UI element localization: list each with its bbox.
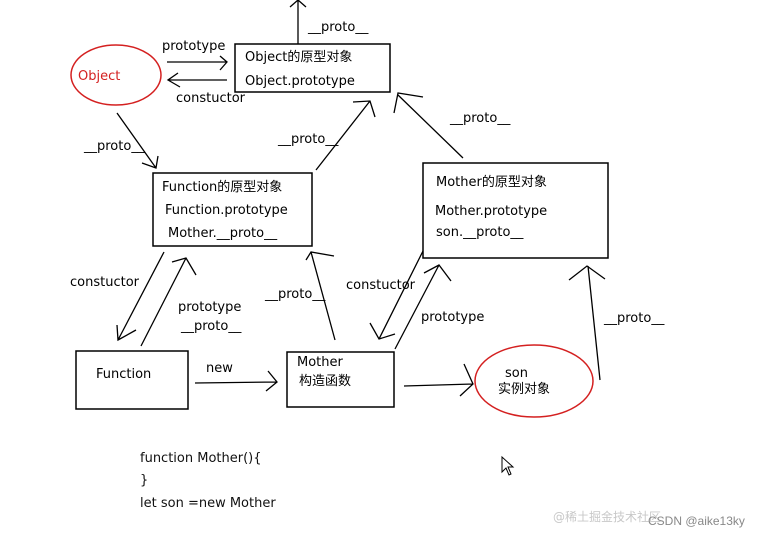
edge-label-proto: __proto__ bbox=[264, 287, 326, 302]
watermark-csdn: CSDN @aike13ky bbox=[648, 514, 745, 528]
arrow-down-left-icon bbox=[116, 251, 165, 342]
son-ellipse bbox=[474, 344, 594, 418]
mother-proto-ref: Mother.__proto__ bbox=[168, 226, 278, 241]
code-line: function Mother(){ bbox=[140, 451, 262, 466]
edge-label-constuctor: constuctor bbox=[70, 275, 140, 290]
function-prototype-ref: Function.prototype bbox=[165, 203, 288, 218]
edge-mother-proto-to-object-proto: __proto__ bbox=[393, 92, 511, 159]
edge-object-constructor: constuctor bbox=[166, 72, 246, 106]
edge-object-proto-up: __proto__ bbox=[289, 0, 369, 44]
edge-label-proto: __proto__ bbox=[307, 20, 369, 35]
edge-function-prototype: prototype __proto__ bbox=[140, 257, 242, 347]
prototype-chain-diagram: Object Object的原型对象 Object.prototype Func… bbox=[70, 0, 745, 528]
edge-mother-to-son bbox=[403, 363, 474, 397]
node-object: Object bbox=[70, 44, 162, 106]
edge-son-to-mother-proto: __proto__ bbox=[568, 265, 665, 381]
object-prototype-ref: Object.prototype bbox=[245, 74, 355, 89]
edge-object-to-function-proto: __proto__ bbox=[83, 112, 159, 169]
watermark-juejin: @稀土掘金技术社区 bbox=[553, 509, 661, 524]
edge-label-constuctor: constuctor bbox=[346, 278, 416, 293]
edge-function-constructor: constuctor bbox=[70, 251, 165, 342]
node-son: son 实例对象 bbox=[474, 344, 594, 418]
mother-prototype-ref: Mother.prototype bbox=[435, 204, 547, 219]
edge-label-proto: __proto__ bbox=[603, 311, 665, 326]
edge-mother-constructor: constuctor bbox=[346, 250, 424, 340]
edge-label-prototype: prototype bbox=[178, 300, 241, 315]
mother-prototype-title: Mother的原型对象 bbox=[436, 174, 547, 190]
object-label: Object bbox=[78, 69, 120, 84]
edge-object-prototype: prototype bbox=[162, 39, 228, 71]
edge-label-prototype: prototype bbox=[421, 310, 484, 325]
edge-function-new-mother: new bbox=[194, 361, 278, 392]
arrow-up-icon bbox=[289, 0, 307, 44]
function-prototype-title: Function的原型对象 bbox=[162, 179, 282, 195]
edge-label-constuctor: constuctor bbox=[176, 91, 246, 106]
arrow-down-left-icon bbox=[369, 250, 424, 340]
code-line: } bbox=[140, 473, 148, 488]
son-sublabel: 实例对象 bbox=[498, 382, 550, 397]
edge-mother-to-function-proto: __proto__ bbox=[264, 251, 336, 341]
edge-label-proto: __proto__ bbox=[83, 139, 145, 154]
edge-label-new: new bbox=[206, 361, 233, 376]
edge-label-proto: __proto__ bbox=[449, 111, 511, 126]
cursor-icon bbox=[501, 455, 515, 476]
edge-function-proto-to-object-proto: __proto__ bbox=[277, 100, 376, 171]
arrow-right-icon bbox=[403, 363, 474, 397]
mother-sublabel: 构造函数 bbox=[299, 374, 351, 389]
code-snippet: function Mother(){ } let son =new Mother bbox=[140, 451, 276, 511]
object-prototype-title: Object的原型对象 bbox=[245, 49, 352, 65]
arrow-up-icon bbox=[568, 265, 606, 381]
edge-label-prototype: prototype bbox=[162, 39, 225, 54]
edge-label-proto: __proto__ bbox=[277, 132, 339, 147]
node-function-prototype: Function的原型对象 Function.prototype Mother.… bbox=[152, 172, 313, 247]
node-object-prototype: Object的原型对象 Object.prototype bbox=[234, 43, 391, 93]
edge-label-proto: __proto__ bbox=[180, 319, 242, 334]
arrow-right-icon bbox=[167, 55, 228, 71]
node-mother: Mother 构造函数 bbox=[286, 351, 395, 408]
node-mother-prototype: Mother的原型对象 Mother.prototype son.__proto… bbox=[422, 162, 609, 259]
code-line: let son =new Mother bbox=[140, 496, 276, 511]
arrow-left-icon bbox=[166, 72, 227, 88]
mother-label: Mother bbox=[297, 355, 344, 370]
son-proto-ref: son.__proto__ bbox=[436, 225, 524, 240]
son-label: son bbox=[505, 366, 528, 381]
node-function: Function bbox=[75, 350, 189, 410]
function-label: Function bbox=[96, 367, 151, 382]
